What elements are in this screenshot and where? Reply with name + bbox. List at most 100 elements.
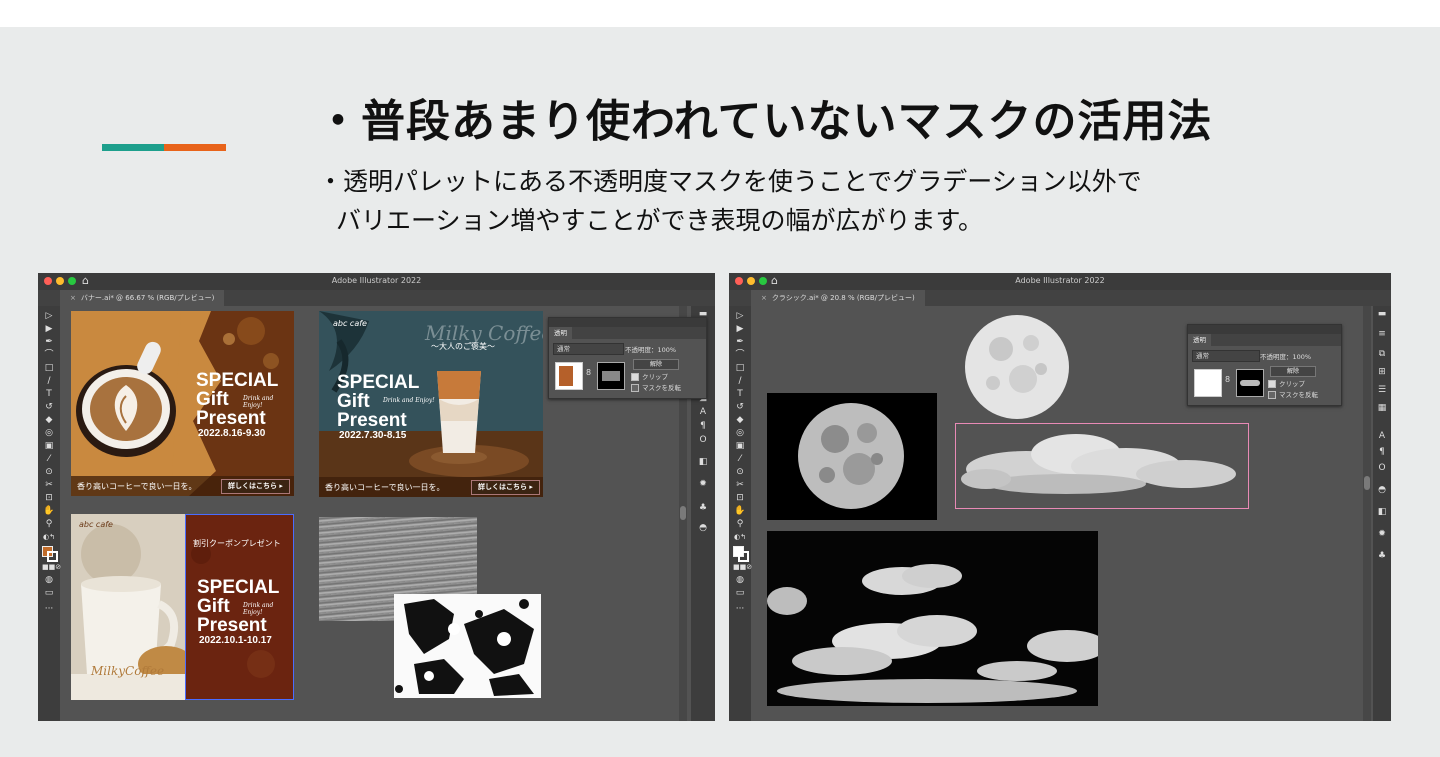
- masked-clouds-image[interactable]: [955, 423, 1249, 509]
- appearance-icon[interactable]: ✹: [696, 478, 710, 490]
- clip-checkbox[interactable]: クリップ: [1268, 378, 1305, 388]
- graphic-styles-icon[interactable]: ◓: [696, 522, 710, 534]
- close-tab-icon[interactable]: ×: [70, 294, 76, 302]
- gradient-tool-icon[interactable]: ▣: [42, 441, 56, 452]
- mask-thumbnail[interactable]: [1236, 369, 1264, 397]
- selection-tool-icon[interactable]: ▷: [42, 311, 56, 322]
- mask-link-icon[interactable]: 8: [586, 368, 592, 380]
- banner-3-artboard[interactable]: abc cafe MilkyCoffee 割引クーポンプレゼント SPECIAL…: [71, 514, 294, 700]
- invert-mask-checkbox-box[interactable]: [1268, 391, 1276, 399]
- vertical-scrollbar[interactable]: [1363, 306, 1371, 721]
- opentype-icon[interactable]: O: [696, 434, 710, 446]
- mask-thumbnail[interactable]: [597, 362, 625, 390]
- pen-tool-icon[interactable]: ✒: [733, 337, 747, 348]
- screen-mode-icon[interactable]: ▭: [733, 588, 747, 599]
- symbols-icon[interactable]: ♣: [1375, 550, 1389, 562]
- selection-tool-icon[interactable]: ▷: [733, 311, 747, 322]
- draw-mode-icon[interactable]: ◍: [42, 575, 56, 586]
- rotate-tool-icon[interactable]: ↺: [733, 402, 747, 413]
- brush-tool-icon[interactable]: ∕: [733, 376, 747, 387]
- layers-icon[interactable]: ⧉: [1375, 348, 1389, 360]
- scissors-tool-icon[interactable]: ✂: [733, 480, 747, 491]
- color-mode-icon[interactable]: ■■⊘: [42, 562, 61, 573]
- align-icon[interactable]: ⊞: [1375, 366, 1389, 378]
- gradient-tool-icon[interactable]: ▣: [733, 441, 747, 452]
- draw-mode-icon[interactable]: ◍: [733, 575, 747, 586]
- clip-checkbox-box[interactable]: [1268, 380, 1276, 388]
- scroll-thumb[interactable]: [680, 506, 686, 520]
- transparency-tab[interactable]: 透明: [1188, 334, 1211, 346]
- libraries-icon[interactable]: ☰: [1375, 384, 1389, 396]
- opacity-field[interactable]: 不透明度：100%: [625, 344, 676, 354]
- screen-mode-icon[interactable]: ▭: [42, 588, 56, 599]
- zoom-tool-icon[interactable]: ⚲: [42, 519, 56, 530]
- grunge-mask-image[interactable]: [394, 594, 541, 698]
- eyedropper-tool-icon[interactable]: ⁄: [42, 454, 56, 465]
- scroll-thumb[interactable]: [1364, 476, 1370, 490]
- shape-builder-tool-icon[interactable]: ◎: [42, 428, 56, 439]
- eraser-tool-icon[interactable]: ◆: [42, 415, 56, 426]
- opentype-icon[interactable]: O: [1375, 462, 1389, 474]
- symbols-icon[interactable]: ♣: [696, 502, 710, 514]
- masked-moon-image[interactable]: [963, 313, 1071, 421]
- paragraph-icon[interactable]: ¶: [1375, 446, 1389, 458]
- banner-1-details-button[interactable]: 詳しくはこちら ▸: [221, 479, 290, 494]
- object-thumbnail[interactable]: [555, 362, 583, 390]
- hand-tool-icon[interactable]: ✋: [42, 506, 56, 517]
- pen-tool-icon[interactable]: ✒: [42, 337, 56, 348]
- blend-mode-select[interactable]: 通常: [553, 343, 624, 355]
- type-tool-icon[interactable]: T: [42, 389, 56, 400]
- transparency-icon[interactable]: ◧: [696, 456, 710, 468]
- swatches-icon[interactable]: ▦: [1375, 402, 1389, 414]
- stroke-color-swatch[interactable]: [738, 551, 749, 562]
- zoom-tool-icon[interactable]: ⚲: [733, 519, 747, 530]
- transparency-tab[interactable]: 透明: [549, 327, 572, 339]
- direct-selection-tool-icon[interactable]: ▶: [42, 324, 56, 335]
- opacity-field[interactable]: 不透明度：100%: [1260, 351, 1311, 361]
- curvature-tool-icon[interactable]: ⌒: [733, 350, 747, 361]
- appearance-icon[interactable]: ✹: [1375, 528, 1389, 540]
- eraser-tool-icon[interactable]: ◆: [733, 415, 747, 426]
- blend-tool-icon[interactable]: ⊙: [733, 467, 747, 478]
- paragraph-icon[interactable]: ¶: [696, 420, 710, 432]
- banner-2-details-button[interactable]: 詳しくはこちら ▸: [471, 480, 540, 495]
- direct-selection-tool-icon[interactable]: ▶: [733, 324, 747, 335]
- invert-mask-checkbox[interactable]: マスクを反転: [631, 382, 681, 392]
- rectangle-tool-icon[interactable]: □: [733, 363, 747, 374]
- release-mask-button[interactable]: 解除: [633, 359, 679, 370]
- blend-mode-select[interactable]: 通常: [1192, 350, 1260, 362]
- shape-builder-tool-icon[interactable]: ◎: [733, 428, 747, 439]
- banner-2-artboard[interactable]: abc cafe Milky Coffee 〜大人のご褒美〜 SPECIAL G…: [319, 311, 543, 497]
- clip-checkbox-box[interactable]: [631, 373, 639, 381]
- comments-icon[interactable]: ▬: [1375, 308, 1389, 320]
- type-tool-icon[interactable]: T: [733, 389, 747, 400]
- swap-colors-icon[interactable]: ◐↰: [733, 532, 747, 543]
- artboard-tool-icon[interactable]: ⊡: [733, 493, 747, 504]
- clip-checkbox[interactable]: クリップ: [631, 371, 668, 381]
- character-icon[interactable]: A: [1375, 430, 1389, 442]
- artboard-tool-icon[interactable]: ⊡: [42, 493, 56, 504]
- hand-tool-icon[interactable]: ✋: [733, 506, 747, 517]
- invert-mask-checkbox-box[interactable]: [631, 384, 639, 392]
- curvature-tool-icon[interactable]: ⌒: [42, 350, 56, 361]
- release-mask-button[interactable]: 解除: [1270, 366, 1316, 377]
- blend-tool-icon[interactable]: ⊙: [42, 467, 56, 478]
- object-thumbnail[interactable]: [1194, 369, 1222, 397]
- more-tools-icon[interactable]: ···: [42, 604, 56, 615]
- document-tab[interactable]: × クラシック.ai* @ 20.8 % (RGB/プレビュー): [751, 290, 925, 306]
- mask-link-icon[interactable]: 8: [1225, 375, 1231, 387]
- transparency-icon[interactable]: ◧: [1375, 506, 1389, 518]
- banner-1-artboard[interactable]: SPECIAL Gift Drink and Enjoy! Present 20…: [71, 311, 294, 496]
- close-tab-icon[interactable]: ×: [761, 294, 767, 302]
- graphic-styles-icon[interactable]: ◓: [1375, 484, 1389, 496]
- brush-tool-icon[interactable]: ∕: [42, 376, 56, 387]
- eyedropper-tool-icon[interactable]: ⁄: [733, 454, 747, 465]
- moon-on-black-image[interactable]: [767, 393, 937, 520]
- rectangle-tool-icon[interactable]: □: [42, 363, 56, 374]
- more-tools-icon[interactable]: ···: [733, 604, 747, 615]
- scissors-tool-icon[interactable]: ✂: [42, 480, 56, 491]
- stroke-color-swatch[interactable]: [47, 551, 58, 562]
- color-mode-icon[interactable]: ■■⊘: [733, 562, 752, 573]
- invert-mask-checkbox[interactable]: マスクを反転: [1268, 389, 1318, 399]
- document-tab[interactable]: × バナー.ai* @ 66.67 % (RGB/プレビュー): [60, 290, 225, 306]
